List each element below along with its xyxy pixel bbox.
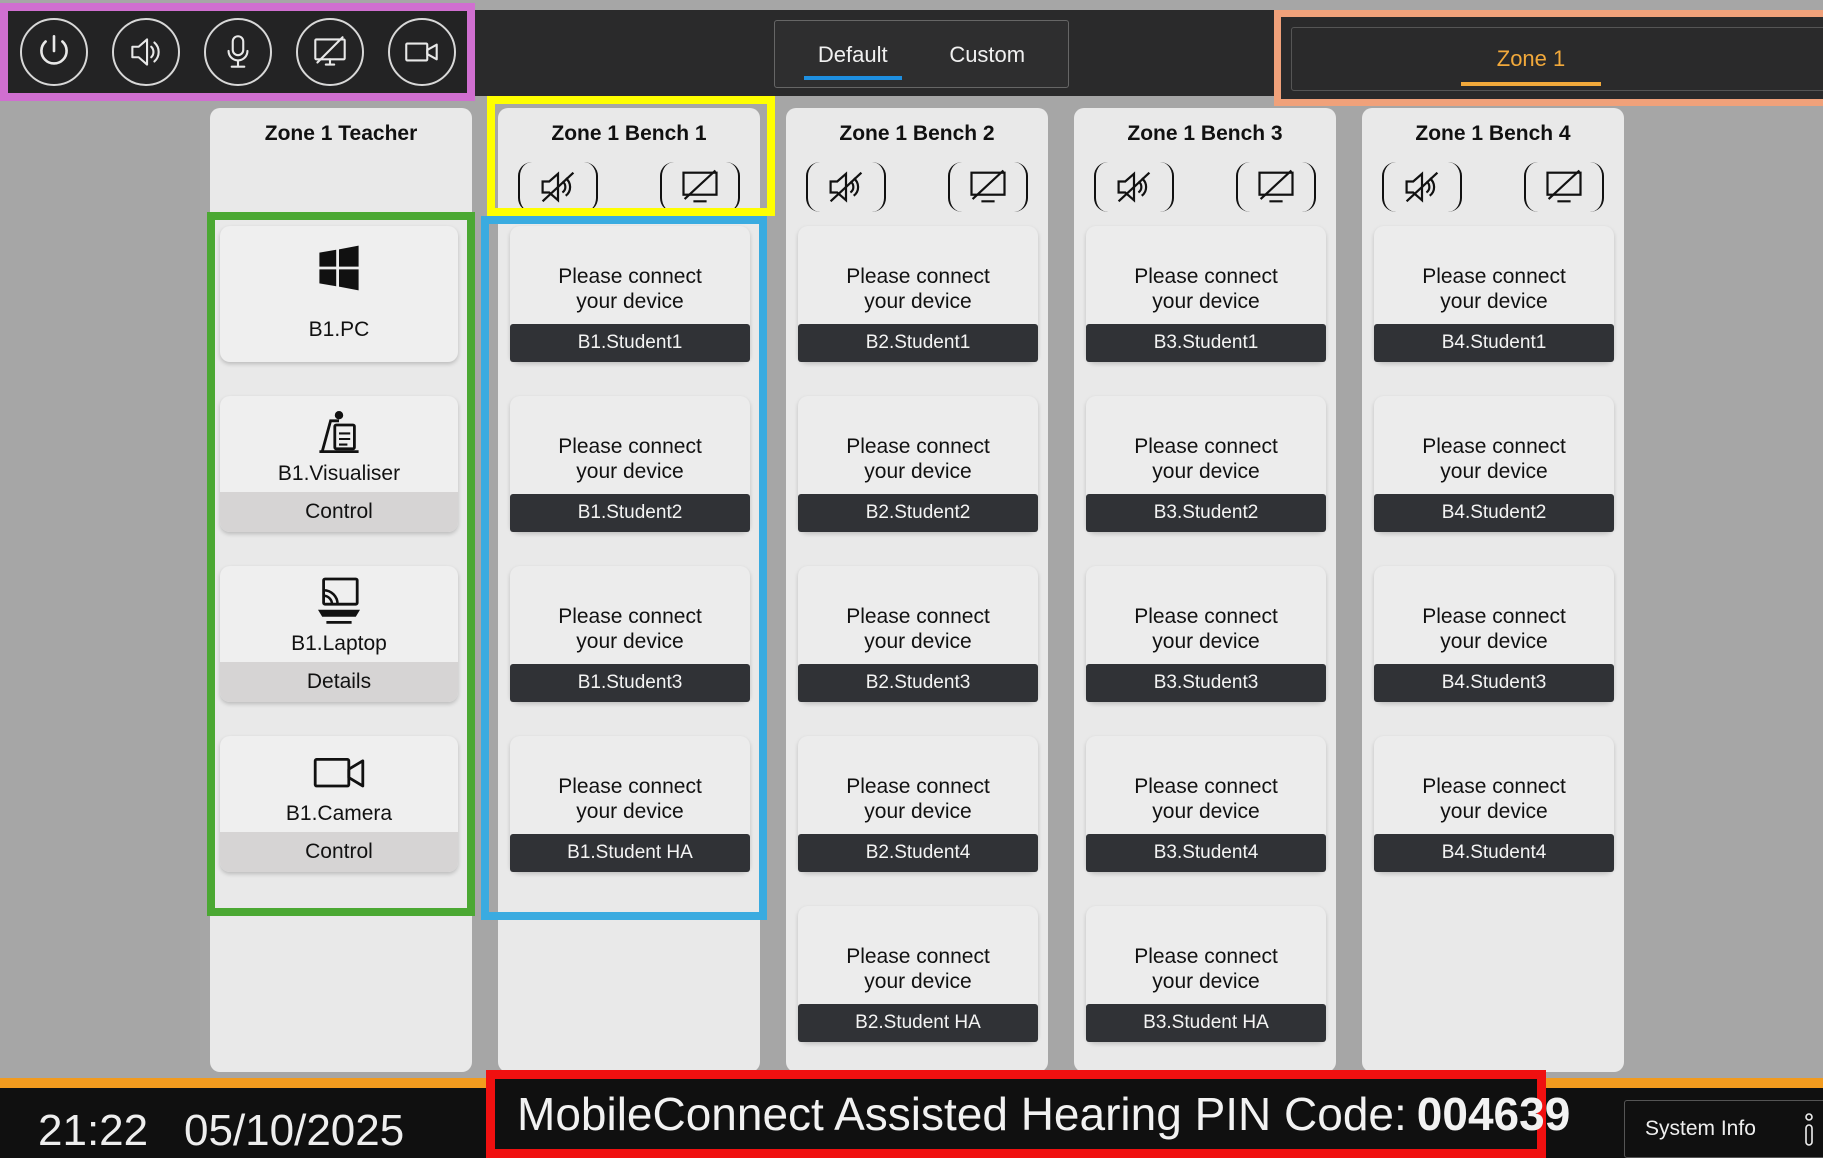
bench-3-column: Zone 1 Bench 3 Please connect your device… (1074, 108, 1336, 1072)
device-slot[interactable]: Please connect your device B2.Student1 (798, 226, 1038, 362)
volume-button[interactable] (112, 18, 180, 86)
device-slot[interactable]: Please connect your device B4.Student1 (1374, 226, 1614, 362)
device-slot[interactable]: Please connect your device B1.Student1 (510, 226, 750, 362)
display-off-icon (314, 36, 346, 66)
source-pc[interactable]: B1.PC (220, 226, 458, 362)
camera-button[interactable] (388, 18, 456, 86)
column-title: Zone 1 Bench 2 (839, 122, 995, 145)
bench-mute-button[interactable] (806, 162, 886, 212)
bench-4-column: Zone 1 Bench 4 Please connect your device… (1362, 108, 1624, 1072)
device-slot[interactable]: Please connect your device B2.Student4 (798, 736, 1038, 872)
camera-icon (405, 42, 438, 62)
display-off-icon (1546, 169, 1582, 203)
source-name: B1.Camera (285, 802, 393, 825)
device-slot[interactable]: Please connect your device B3.Student2 (1086, 396, 1326, 532)
device-slot[interactable]: Please connect your device B4.Student4 (1374, 736, 1614, 872)
display-off-icon (970, 169, 1006, 203)
clock: 21:22 (38, 1106, 149, 1155)
source-name: B1.PC (308, 318, 370, 341)
column-title: Zone 1 Bench 4 (1415, 122, 1571, 145)
system-info-button[interactable]: System Info (1624, 1100, 1823, 1158)
windows-icon (319, 245, 359, 291)
microphone-button[interactable] (204, 18, 272, 86)
device-slot[interactable]: Please connect your device B2.Student3 (798, 566, 1038, 702)
device-slot[interactable]: Please connect your device B1.Student3 (510, 566, 750, 702)
source-visualiser[interactable]: B1.Visualiser Control (220, 396, 458, 532)
display-off-icon (682, 169, 718, 203)
column-title: Zone 1 Teacher (264, 122, 418, 145)
bench-1-column: Zone 1 Bench 1 Please connect your device… (498, 108, 760, 1072)
laptop-cast-icon (318, 577, 360, 624)
teacher-column: Zone 1 Teacher B1.PC B1.Visualiser Contr… (210, 108, 472, 1072)
bench-display-button[interactable] (948, 162, 1028, 212)
device-slot[interactable]: Please connect your device B3.Student HA (1086, 906, 1326, 1042)
device-slot[interactable]: Please connect your device B1.Student2 (510, 396, 750, 532)
bench-mute-button[interactable] (518, 162, 598, 212)
source-name: B1.Laptop (291, 632, 387, 655)
device-slot[interactable]: Please connect your device B3.Student1 (1086, 226, 1326, 362)
power-icon (40, 34, 68, 65)
date: 05/10/2025 (184, 1106, 405, 1155)
speaker-icon (131, 38, 160, 66)
power-button[interactable] (20, 18, 88, 86)
column-title: Zone 1 Bench 3 (1127, 122, 1283, 145)
layout-mode-tabs: Default Custom (774, 20, 1069, 88)
tab-zone-1[interactable]: Zone 1 (1460, 36, 1602, 86)
camera-control-button[interactable]: Control (220, 832, 458, 872)
bench-display-button[interactable] (1236, 162, 1316, 212)
display-off-icon (1258, 169, 1294, 203)
zone-selector: Zone 1 (1274, 10, 1823, 106)
device-slot[interactable]: Please connect your device B4.Student2 (1374, 396, 1614, 532)
device-slot[interactable]: Please connect your device B1.Student HA (510, 736, 750, 872)
pin-code-banner: MobileConnect Assisted Hearing PIN Code:… (486, 1070, 1570, 1158)
speaker-muted-icon (541, 171, 575, 203)
display-button[interactable] (296, 18, 364, 86)
info-icon (1805, 1113, 1813, 1146)
source-laptop[interactable]: B1.Laptop Details (220, 566, 458, 702)
device-slot[interactable]: Please connect your device B2.Student2 (798, 396, 1038, 532)
bench-mute-button[interactable] (1094, 162, 1174, 212)
source-camera[interactable]: B1.Camera Control (220, 736, 458, 872)
pin-code: 004639 (1416, 1088, 1571, 1140)
source-name: B1.Visualiser (277, 462, 401, 485)
speaker-muted-icon (1117, 171, 1151, 203)
camera-icon (313, 758, 365, 788)
tab-custom[interactable]: Custom (931, 30, 1043, 78)
device-slot[interactable]: Please connect your device B2.Student HA (798, 906, 1038, 1042)
visualiser-control-button[interactable]: Control (220, 492, 458, 532)
system-info-label: System Info (1645, 1117, 1756, 1140)
laptop-details-button[interactable]: Details (220, 662, 458, 702)
speaker-muted-icon (829, 171, 863, 203)
device-slot[interactable]: Please connect your device B3.Student3 (1086, 566, 1326, 702)
speaker-muted-icon (1405, 171, 1439, 203)
tab-default[interactable]: Default (800, 30, 906, 80)
visualiser-icon (319, 411, 359, 453)
column-title: Zone 1 Bench 1 (551, 122, 707, 145)
microphone-icon (227, 35, 249, 68)
global-toolbar (0, 3, 475, 101)
bench-display-button[interactable] (1524, 162, 1604, 212)
bench-mute-button[interactable] (1382, 162, 1462, 212)
device-slot[interactable]: Please connect your device B4.Student3 (1374, 566, 1614, 702)
zone-tabs: Zone 1 (1291, 27, 1823, 91)
device-slot[interactable]: Please connect your device B3.Student4 (1086, 736, 1326, 872)
bench-display-button[interactable] (660, 162, 740, 212)
pin-label: MobileConnect Assisted Hearing PIN Code: (517, 1088, 1407, 1140)
bench-2-column: Zone 1 Bench 2 Please connect your device… (786, 108, 1048, 1072)
